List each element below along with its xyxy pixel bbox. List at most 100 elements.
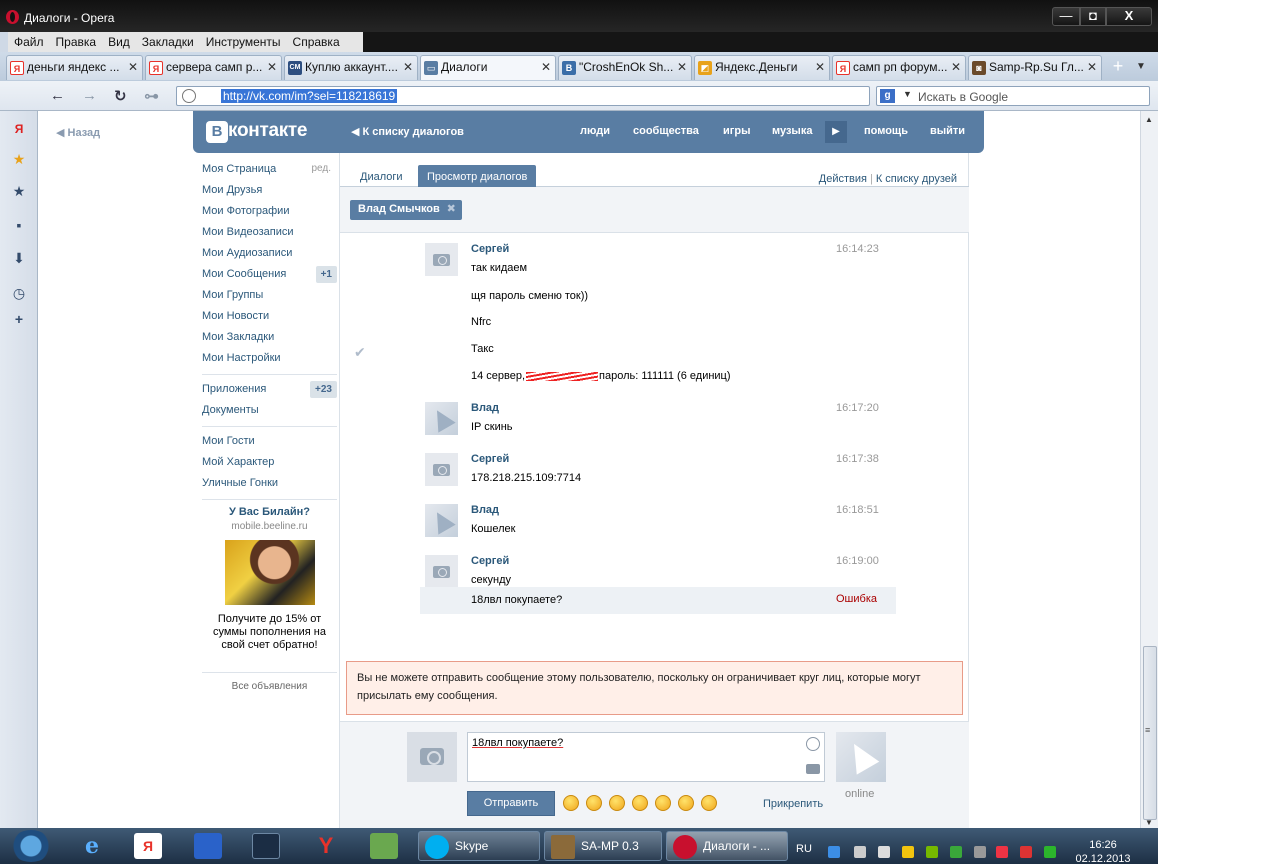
menu-apps[interactable]: Приложения +23 (202, 381, 337, 402)
tab-close-icon[interactable]: ✕ (541, 60, 551, 74)
opera-logo-icon[interactable] (6, 10, 19, 24)
warning-tray-icon[interactable] (902, 846, 914, 858)
menu-my-groups[interactable]: Мои Группы (202, 287, 337, 308)
send-button[interactable]: Отправить (467, 791, 555, 816)
avatar[interactable] (425, 402, 458, 435)
tablet-app-icon[interactable] (194, 833, 222, 859)
media-player-icon[interactable] (252, 833, 280, 859)
tab-croshenok[interactable]: B "CroshEnOk Sh... ✕ (558, 55, 692, 80)
star-icon[interactable]: ★ (11, 151, 27, 167)
back-arrow-icon[interactable]: ← (50, 87, 65, 104)
ad-site[interactable]: mobile.beeline.ru (202, 521, 337, 532)
history-clock-icon[interactable]: ◷ (11, 285, 27, 301)
tab-close-icon[interactable]: ✕ (1087, 60, 1097, 74)
page-scrollbar[interactable]: ▲ ≡ ▼ (1140, 111, 1158, 828)
tab-servera-samp[interactable]: Я сервера самп р... ✕ (145, 55, 282, 80)
emoji-neutral-icon[interactable] (678, 795, 694, 811)
internet-explorer-icon[interactable]: e (78, 833, 106, 859)
url-input[interactable]: http://vk.com/im?sel=118218619 (176, 86, 870, 106)
tab-close-icon[interactable]: ✕ (403, 60, 413, 74)
menu-street-racing[interactable]: Уличные Гонки (202, 475, 337, 496)
clock[interactable]: 16:26 02.12.2013 (1072, 838, 1134, 866)
nav-games[interactable]: игры (723, 125, 750, 137)
scroll-down-icon[interactable]: ▼ (1145, 818, 1153, 827)
back-link[interactable]: ◀ Назад (56, 126, 100, 139)
play-icon[interactable]: ▶ (825, 121, 847, 143)
emoji-laugh-icon[interactable] (655, 795, 671, 811)
new-tab-button[interactable]: + (1104, 55, 1132, 80)
tab-dengi-yandex[interactable]: Я деньги яндекс ... ✕ (6, 55, 143, 80)
menu-view[interactable]: Вид (102, 35, 136, 49)
tab-close-icon[interactable]: ✕ (815, 60, 825, 74)
emoji-content-icon[interactable] (632, 795, 648, 811)
menu-help[interactable]: Справка (287, 35, 346, 49)
yandex-panel-icon[interactable]: Я (11, 121, 27, 137)
message-author[interactable]: Сергей (471, 243, 509, 255)
emoji-smile-icon[interactable] (563, 795, 579, 811)
nav-help[interactable]: помощь (864, 125, 908, 137)
tab-close-icon[interactable]: ✕ (951, 60, 961, 74)
taskbar-skype[interactable]: Skype (418, 831, 540, 861)
nvidia-icon[interactable] (926, 846, 938, 858)
vk-logo-text[interactable]: контакте (228, 120, 308, 142)
emoji-grin-icon[interactable] (586, 795, 602, 811)
attach-link[interactable]: Прикрепить (763, 798, 823, 810)
tab-close-icon[interactable]: ✕ (677, 60, 687, 74)
menu-my-photos[interactable]: Мои Фотографии (202, 203, 337, 224)
tab-dialogs[interactable]: Диалоги (351, 165, 412, 187)
bookmarks-star-icon[interactable]: ★ (11, 183, 27, 199)
tab-menu-chevron-icon[interactable]: ▼ (1136, 61, 1146, 72)
avatar[interactable] (425, 453, 458, 486)
to-dialogs-link[interactable]: ◀ К списку диалогов (351, 125, 464, 138)
nav-logout[interactable]: выйти (930, 125, 965, 137)
tab-view-dialogs[interactable]: Просмотр диалогов (418, 165, 537, 187)
menu-file[interactable]: Файл (8, 35, 50, 49)
message-author[interactable]: Влад (471, 402, 499, 414)
antivirus-tray-icon[interactable] (996, 846, 1008, 858)
menu-bookmarks[interactable]: Закладки (136, 35, 200, 49)
all-ads-link[interactable]: Все объявления (202, 672, 337, 692)
menu-my-page[interactable]: Моя Страница ред. (202, 161, 337, 182)
avatar[interactable] (425, 243, 458, 276)
add-panel-icon[interactable]: + (11, 311, 27, 327)
menu-edit[interactable]: Правка (50, 35, 103, 49)
yandex-browser-icon[interactable]: Y (312, 833, 340, 859)
network-icon[interactable] (828, 846, 840, 858)
app-tray-icon[interactable] (854, 846, 866, 858)
notes-icon[interactable]: ▪ (11, 217, 27, 233)
message-author[interactable]: Сергей (471, 453, 509, 465)
scroll-up-icon[interactable]: ▲ (1145, 115, 1153, 124)
search-engine-chevron-icon[interactable]: ▼ (903, 89, 912, 99)
tab-close-icon[interactable]: ✕ (128, 60, 138, 74)
vk-logo-icon[interactable]: В (206, 121, 228, 143)
close-window-button[interactable]: X (1106, 7, 1152, 26)
tool-tray-icon[interactable] (1020, 846, 1032, 858)
message-author[interactable]: Влад (471, 504, 499, 516)
menu-tools[interactable]: Инструменты (200, 35, 287, 49)
display-tray-icon[interactable] (974, 846, 986, 858)
minimize-button[interactable]: — (1052, 7, 1080, 26)
menu-my-character[interactable]: Мой Характер (202, 454, 337, 475)
tab-samp-rp-forum[interactable]: Я самп рп форум... ✕ (832, 55, 966, 80)
smile-icon[interactable] (806, 737, 820, 751)
menu-my-guests[interactable]: Мои Гости (202, 433, 337, 454)
search-input[interactable]: g ▼ Искать в Google (876, 86, 1150, 106)
tab-yandex-dengi[interactable]: ◩ Яндекс.Деньги ✕ (694, 55, 830, 80)
ad-image[interactable] (224, 540, 315, 605)
reload-icon[interactable]: ↻ (114, 87, 127, 105)
start-button[interactable] (10, 830, 52, 862)
tab-samp-rp-su[interactable]: ◙ Samp-Rp.Su Гл... ✕ (968, 55, 1102, 80)
edit-link[interactable]: ред. (311, 161, 331, 177)
menu-my-bookmarks[interactable]: Мои Закладки (202, 329, 337, 350)
taskbar-opera[interactable]: Диалоги - ... (666, 831, 788, 861)
google-icon[interactable]: g (880, 89, 895, 103)
ad-text[interactable]: Получите до 15% от суммы пополнения на с… (202, 613, 337, 652)
peer-chip[interactable]: Влад Смычков ✖ (350, 200, 462, 220)
menu-my-news[interactable]: Мои Новости (202, 308, 337, 329)
menu-my-audio[interactable]: Мои Аудиозаписи (202, 245, 337, 266)
peer-avatar[interactable] (836, 732, 886, 782)
to-friends-link[interactable]: К списку друзей (876, 173, 957, 185)
key-icon[interactable]: ⊶ (144, 87, 159, 105)
emoji-wink-icon[interactable] (701, 795, 717, 811)
message-author[interactable]: Сергей (471, 555, 509, 567)
